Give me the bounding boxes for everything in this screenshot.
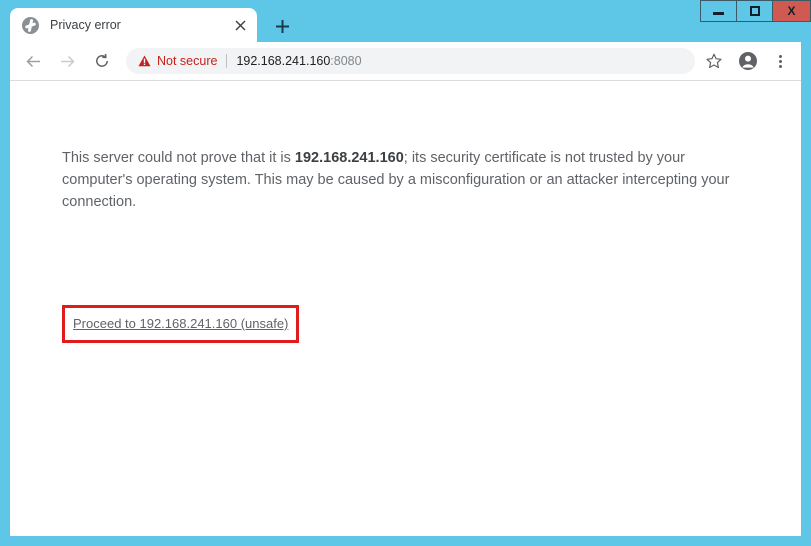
- tab-strip: Privacy error: [10, 4, 801, 42]
- tab-privacy-error[interactable]: Privacy error: [10, 8, 257, 42]
- maximize-icon: [749, 6, 760, 16]
- proceed-unsafe-link[interactable]: Proceed to 192.168.241.160 (unsafe): [73, 316, 288, 331]
- desktop-background: X Privacy error Not secure 192.168.241.1…: [0, 0, 811, 546]
- not-secure-label: Not secure: [157, 54, 218, 68]
- menu-dots: [778, 54, 782, 69]
- profile-avatar-icon[interactable]: [735, 48, 761, 74]
- warning-triangle-icon: [138, 55, 151, 67]
- minimize-button[interactable]: [701, 1, 737, 21]
- star-icon[interactable]: [701, 48, 727, 74]
- page-content: This server could not prove that it is 1…: [10, 81, 801, 535]
- tab-title: Privacy error: [50, 18, 121, 32]
- new-tab-button[interactable]: [270, 14, 294, 38]
- address-bar[interactable]: Not secure 192.168.241.160:8080: [126, 48, 695, 74]
- forward-arrow-icon[interactable]: [53, 47, 81, 75]
- reload-icon[interactable]: [88, 47, 116, 75]
- globe-icon: [22, 16, 39, 34]
- browser-window: Privacy error Not secure 192.168.241.160…: [10, 4, 801, 536]
- error-description: This server could not prove that it is 1…: [62, 147, 732, 213]
- tab-close-icon[interactable]: [229, 14, 251, 36]
- url-host-text: 192.168.241.160: [236, 54, 331, 68]
- minimize-icon: [713, 12, 724, 15]
- error-text-host: 192.168.241.160: [294, 150, 404, 166]
- maximize-button[interactable]: [737, 1, 773, 21]
- browser-toolbar: Not secure 192.168.241.160:8080: [10, 42, 801, 81]
- url-port-text: :8080: [330, 54, 362, 68]
- close-button[interactable]: X: [773, 1, 810, 21]
- window-controls: X: [700, 0, 811, 22]
- error-text-prefix: This server could not prove that it is: [62, 150, 295, 166]
- proceed-link-annotation-box: Proceed to 192.168.241.160 (unsafe): [62, 305, 300, 343]
- omnibox-separator: [226, 54, 228, 68]
- close-window-icon: X: [787, 4, 796, 18]
- back-arrow-icon[interactable]: [19, 47, 47, 75]
- three-dot-menu-icon[interactable]: [767, 48, 793, 74]
